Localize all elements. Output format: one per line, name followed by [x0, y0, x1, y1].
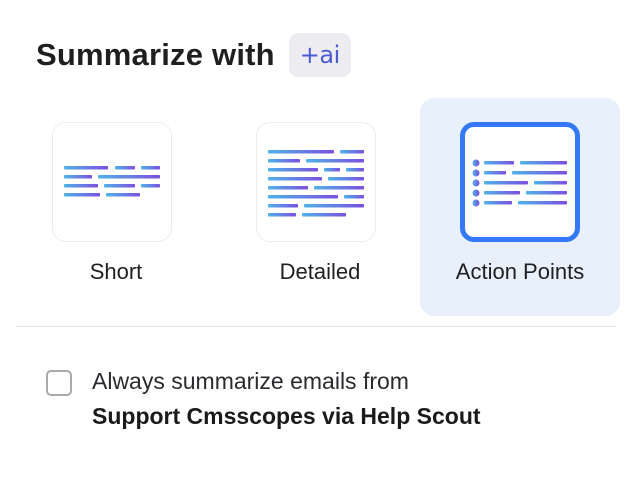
option-action-points-label: Action Points	[455, 259, 585, 284]
always-summarize-label[interactable]: Always summarize emails from Support Cms…	[92, 364, 512, 434]
detailed-summary-icon	[256, 122, 376, 242]
divider	[16, 326, 616, 327]
panel-header: Summarize with +ai	[36, 33, 351, 77]
action-points-icon	[460, 122, 580, 242]
option-detailed-label: Detailed	[279, 259, 361, 284]
always-summarize-checkbox[interactable]	[46, 370, 72, 396]
short-summary-icon	[52, 122, 172, 242]
ai-badge: +ai	[288, 33, 351, 77]
summary-style-options: Short Detailed Action Points	[16, 98, 620, 316]
always-summarize-prefix: Always summarize emails from	[92, 368, 409, 394]
option-short[interactable]: Short	[16, 98, 216, 316]
summarize-panel: Summarize with +ai Short Detailed Action…	[0, 0, 630, 492]
panel-title: Summarize with	[36, 37, 275, 72]
option-action-points[interactable]: Action Points	[420, 98, 620, 316]
always-summarize-sender: Support Cmsscopes via Help Scout	[92, 403, 481, 429]
option-short-label: Short	[89, 259, 143, 284]
option-detailed[interactable]: Detailed	[220, 98, 420, 316]
